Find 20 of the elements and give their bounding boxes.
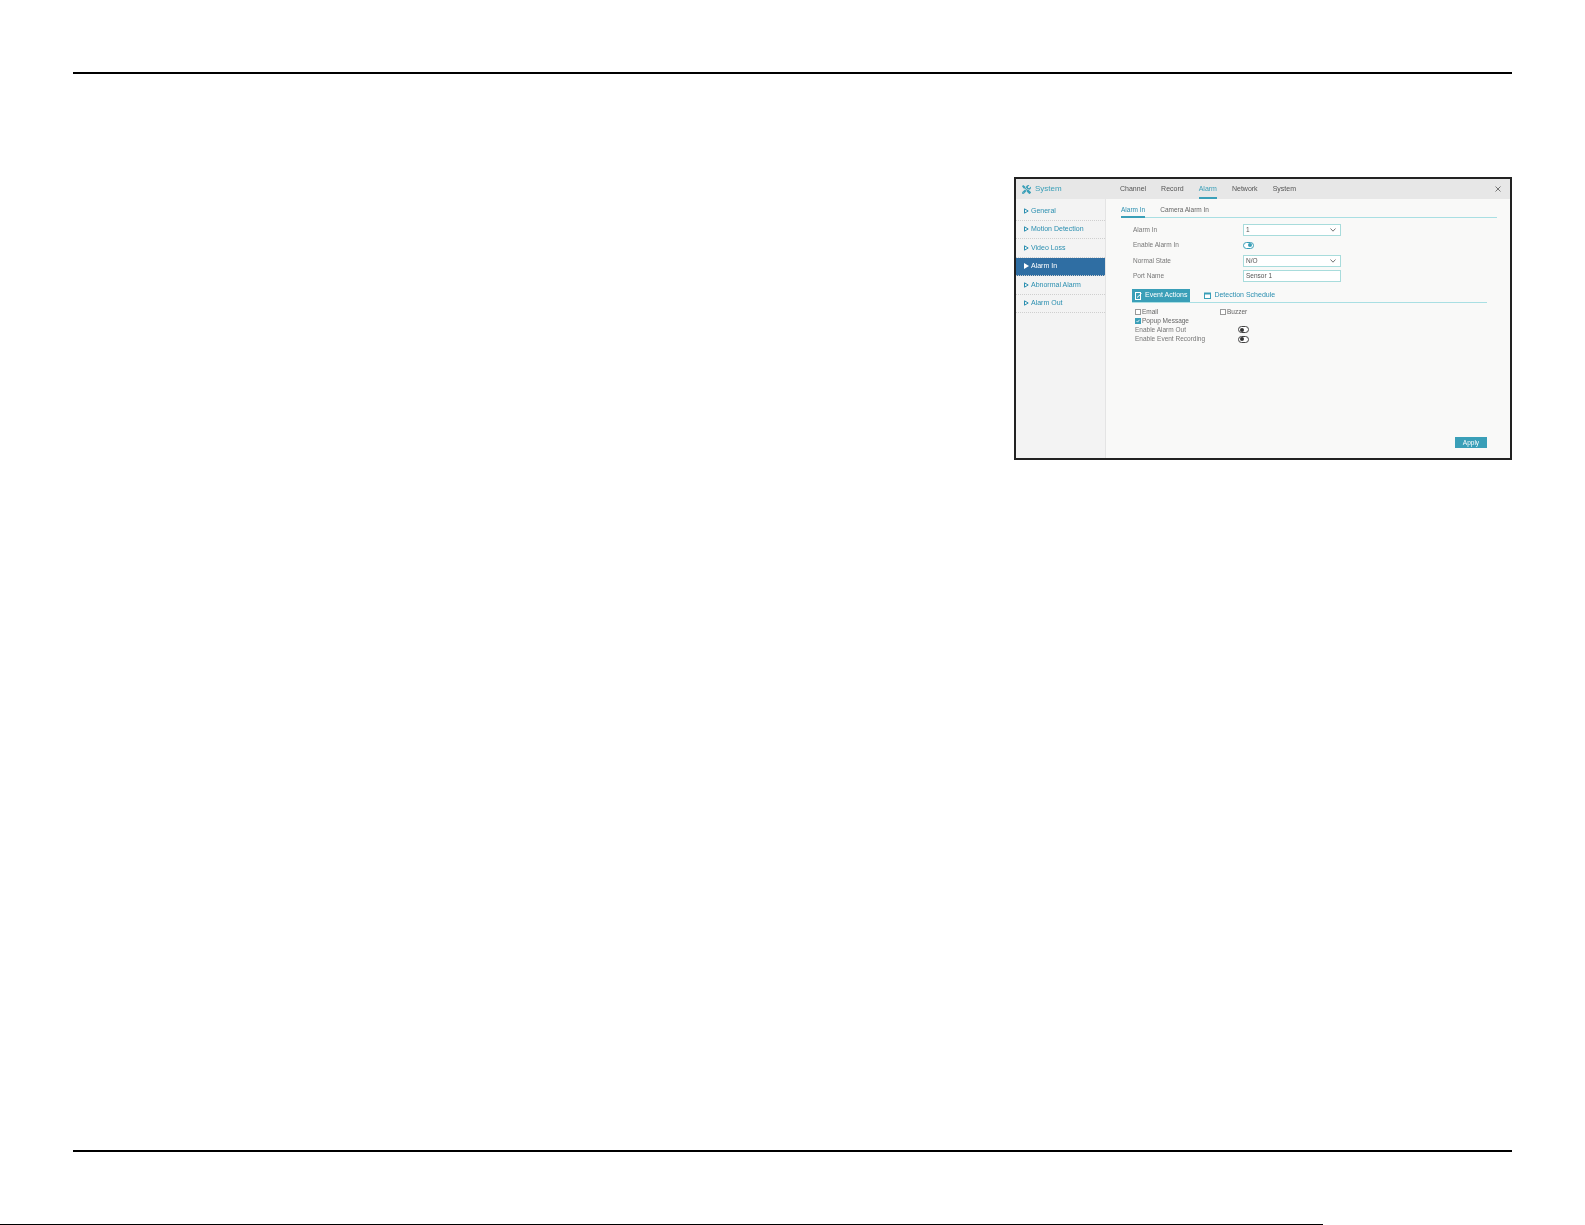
checkbox[interactable] xyxy=(1135,317,1141,324)
close-icon xyxy=(1495,186,1501,192)
toggle-switch[interactable] xyxy=(1243,241,1254,249)
toggle-switch[interactable] xyxy=(1238,335,1249,343)
triangle-icon xyxy=(1024,281,1029,288)
window-title: System xyxy=(1035,183,1062,195)
edit-document-icon xyxy=(1135,291,1142,300)
triangle-icon xyxy=(1024,263,1029,270)
chevron-down-icon xyxy=(1330,227,1336,232)
toggle-switch[interactable] xyxy=(1238,326,1249,334)
chevron-down-icon xyxy=(1330,258,1336,263)
tools-icon xyxy=(1022,184,1031,194)
calendar-icon xyxy=(1204,292,1212,299)
triangle-icon xyxy=(1024,244,1029,251)
checkbox[interactable] xyxy=(1220,308,1226,315)
triangle-icon xyxy=(1024,207,1029,214)
triangle-icon xyxy=(1024,226,1029,233)
close-button[interactable] xyxy=(1494,185,1502,193)
checkbox[interactable] xyxy=(1135,308,1141,315)
triangle-icon xyxy=(1024,300,1029,307)
